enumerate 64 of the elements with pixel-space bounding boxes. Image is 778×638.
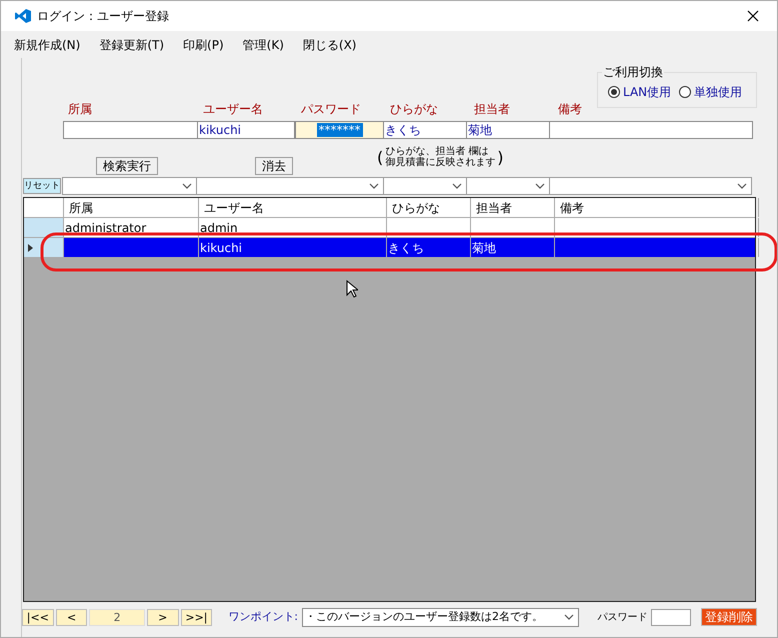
menu-item[interactable]: 閉じる(X) bbox=[302, 36, 356, 54]
note-text: 御見積書に反映されます bbox=[385, 157, 496, 168]
text-field[interactable]: きくち bbox=[383, 121, 467, 139]
filter-dropdown[interactable] bbox=[196, 177, 384, 195]
menu-item[interactable]: 管理(K) bbox=[242, 36, 284, 54]
row-pointer-icon bbox=[28, 244, 33, 252]
search-button[interactable]: 検索実行 bbox=[96, 157, 158, 175]
column-header[interactable]: 備考 bbox=[555, 198, 759, 217]
password-field[interactable] bbox=[651, 608, 691, 626]
column-header[interactable]: ひらがな bbox=[387, 198, 471, 217]
page-field[interactable]: 2 bbox=[89, 608, 145, 626]
nav-button[interactable]: |<< bbox=[22, 608, 54, 626]
mouse-cursor-icon bbox=[346, 280, 358, 298]
field-label: パスワード bbox=[301, 102, 361, 116]
table-cell: administrator bbox=[64, 218, 199, 237]
app-logo-icon bbox=[15, 9, 31, 23]
text-field[interactable]: kikuchi bbox=[197, 121, 295, 139]
close-icon[interactable] bbox=[747, 10, 759, 22]
menu-item[interactable]: 登録更新(T) bbox=[99, 36, 164, 54]
field-label: ひらがな bbox=[390, 102, 438, 116]
filter-dropdown[interactable] bbox=[62, 177, 197, 195]
column-header[interactable]: 担当者 bbox=[471, 198, 555, 217]
radio-button[interactable] bbox=[679, 86, 692, 98]
chevron-down-icon bbox=[535, 183, 545, 189]
field-label: 所属 bbox=[68, 102, 92, 116]
menu-item[interactable]: 新規作成(N) bbox=[14, 36, 80, 54]
clear-button[interactable]: 消去 bbox=[255, 157, 293, 175]
group-title: ご利用切換 bbox=[602, 63, 664, 81]
radio-option[interactable]: LAN使用 bbox=[608, 83, 672, 101]
field-label: ユーザー名 bbox=[203, 102, 263, 116]
window-title: ログイン：ユーザー登録 bbox=[37, 8, 169, 25]
text-field[interactable]: 菊地 bbox=[466, 121, 550, 139]
chevron-down-icon bbox=[564, 614, 574, 620]
column-header[interactable]: ユーザー名 bbox=[199, 198, 387, 217]
table-cell: きくち bbox=[387, 238, 471, 257]
filter-dropdown[interactable] bbox=[383, 177, 467, 195]
delete-button[interactable]: 登録削除 bbox=[700, 608, 757, 626]
chevron-down-icon bbox=[369, 183, 379, 189]
column-header[interactable]: 所属 bbox=[64, 198, 199, 217]
radio-button[interactable] bbox=[608, 86, 620, 98]
hint-dropdown[interactable]: ・このバージョンのユーザー登録数は2名です。 bbox=[302, 608, 580, 626]
table-cell: admin bbox=[199, 218, 387, 237]
chevron-down-icon bbox=[737, 183, 747, 189]
nav-button[interactable]: >>| bbox=[180, 608, 212, 626]
text-field[interactable] bbox=[549, 121, 753, 139]
filter-dropdown[interactable] bbox=[549, 177, 752, 195]
menu-item[interactable]: 印刷(P) bbox=[183, 36, 224, 54]
password-field[interactable]: ******* bbox=[295, 121, 384, 139]
radio-option[interactable]: 単独使用 bbox=[679, 83, 742, 101]
chevron-down-icon bbox=[182, 183, 192, 189]
table-cell: kikuchi bbox=[199, 238, 387, 257]
chevron-down-icon bbox=[452, 183, 462, 189]
row-header[interactable] bbox=[24, 238, 64, 257]
note-text: ひらがな、担当者 欄は bbox=[385, 146, 490, 157]
hint-label: ワンポイント: bbox=[228, 608, 298, 625]
nav-button[interactable]: < bbox=[56, 608, 88, 626]
field-label: 備考 bbox=[558, 102, 582, 116]
password-label: パスワード bbox=[597, 610, 648, 624]
reset-button[interactable]: リセット bbox=[23, 178, 61, 194]
nav-button[interactable]: > bbox=[146, 608, 179, 626]
text-field[interactable] bbox=[63, 121, 198, 139]
field-label: 担当者 bbox=[474, 102, 510, 116]
table-cell: 菊地 bbox=[471, 238, 555, 257]
filter-dropdown[interactable] bbox=[466, 177, 550, 195]
